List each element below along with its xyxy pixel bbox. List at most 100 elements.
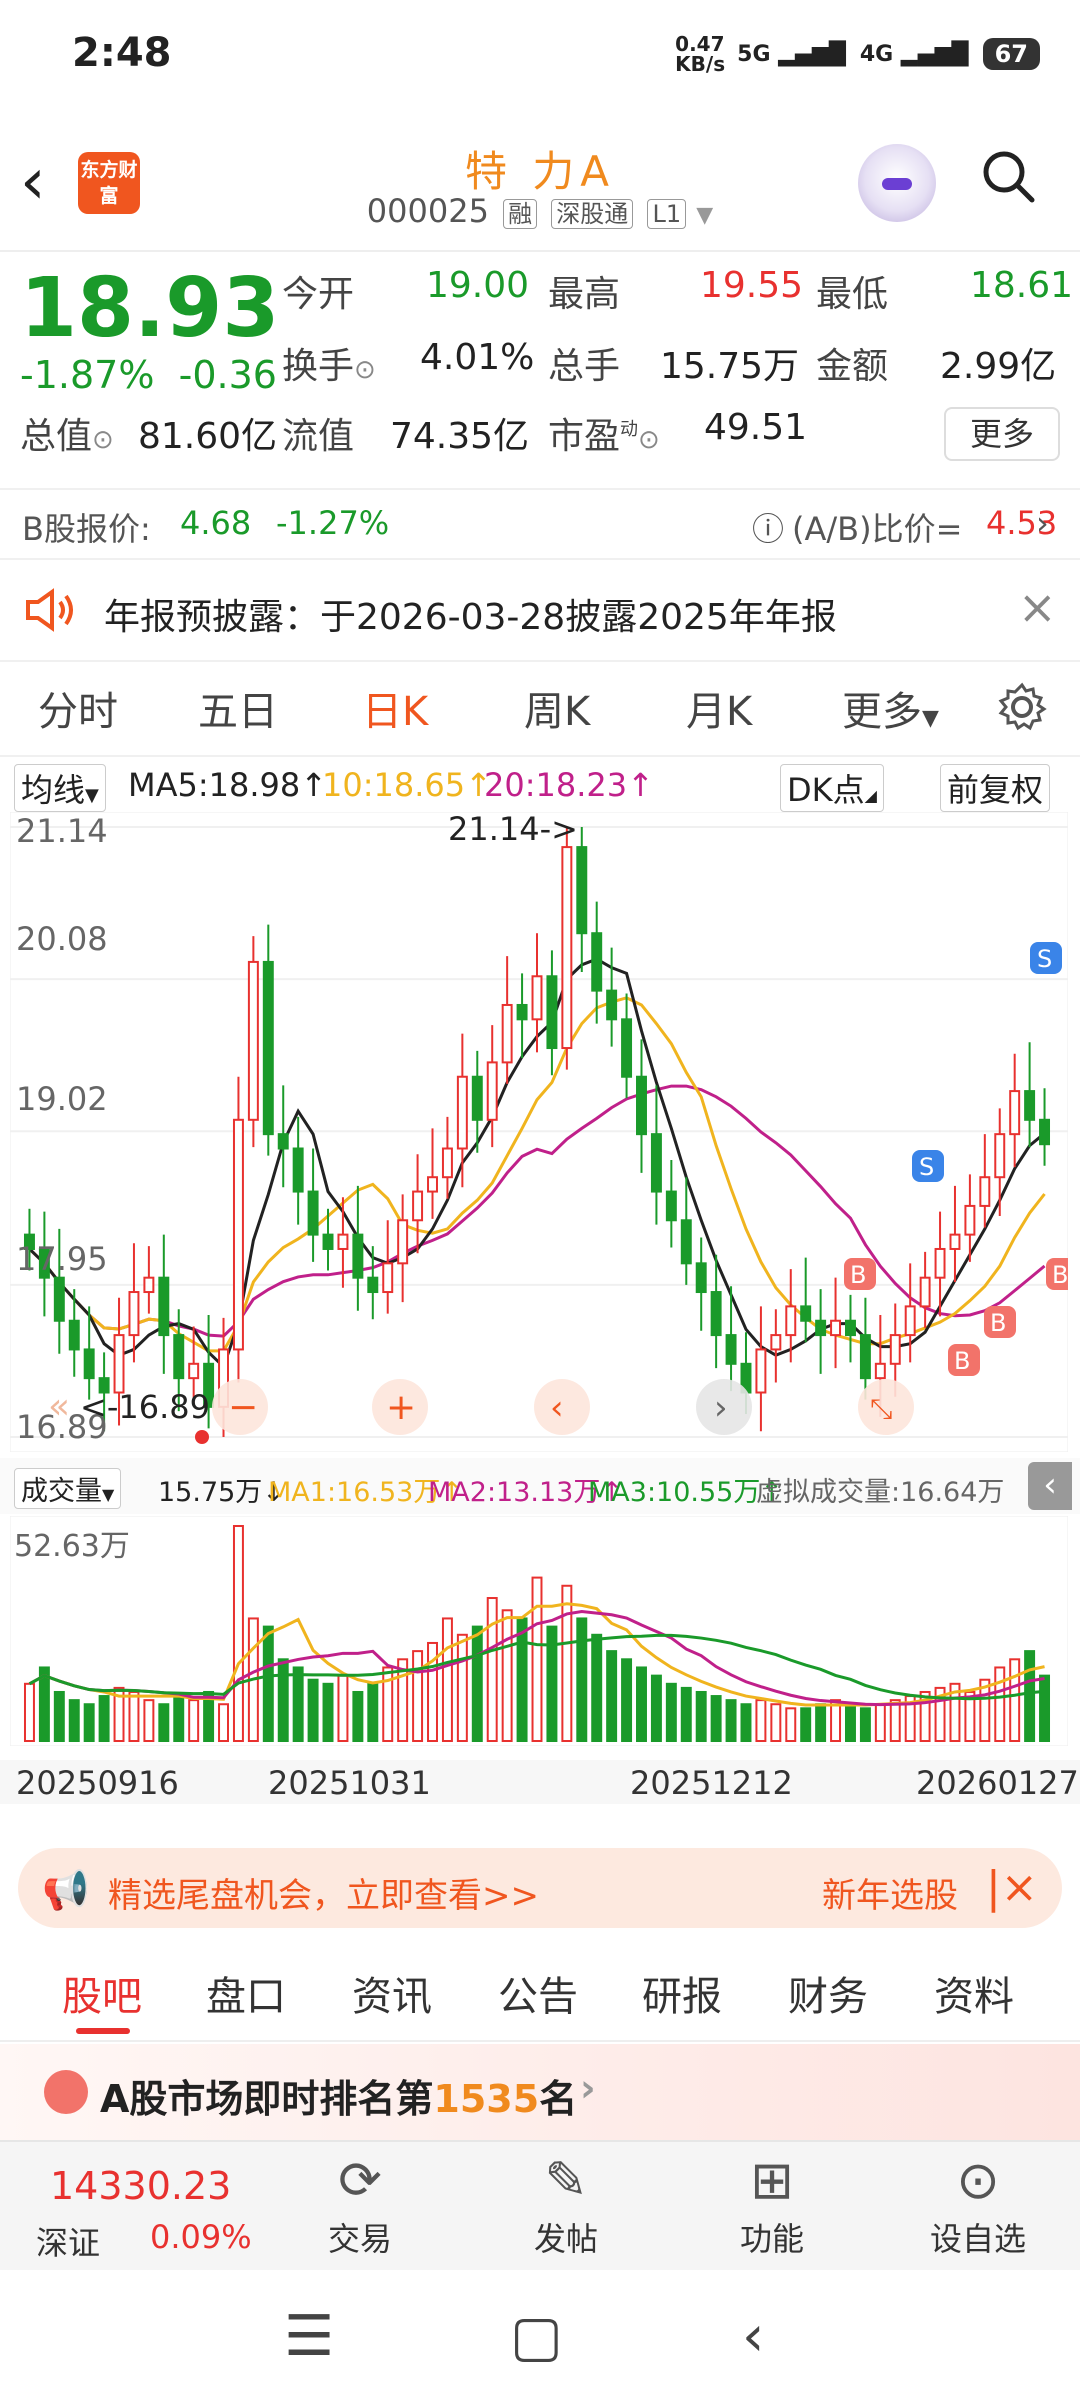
date-axis: 20250916 20251031 20251212 20260127 — [0, 1760, 1080, 1804]
tab-intraday[interactable]: 分时 — [38, 679, 118, 737]
sell-marker-icon[interactable]: S — [912, 1150, 944, 1182]
status-icons: 0.47 KB/s 5G ▂▄▆█ 4G ▂▄▆█ 67 — [675, 34, 1040, 74]
candle — [979, 1176, 991, 1207]
back-nav-icon[interactable]: ‹ — [742, 2304, 764, 2369]
scroll-left-button[interactable]: ‹ — [534, 1379, 590, 1435]
ma10-value: 10:18.65↑ — [322, 766, 492, 804]
assistant-robot-icon[interactable] — [858, 144, 936, 222]
functions-button[interactable]: ⊞ 功能 — [702, 2148, 842, 2260]
fullscreen-icon[interactable]: ⤡ — [858, 1379, 914, 1435]
search-icon[interactable] — [980, 148, 1036, 204]
tab-research[interactable]: 研报 — [642, 1964, 722, 2022]
buy-marker-icon[interactable]: B — [1046, 1258, 1068, 1290]
pe-value: 49.51 — [704, 407, 808, 448]
zoom-in-button[interactable]: + — [372, 1379, 428, 1435]
svg-text:B: B — [850, 1261, 866, 1289]
buy-marker-icon[interactable]: B — [984, 1306, 1016, 1338]
candle — [188, 1362, 200, 1380]
menu-icon[interactable]: ☰ — [284, 2304, 334, 2369]
turnover-label: 换手⊙ — [282, 346, 376, 387]
volume-bar — [277, 1658, 289, 1742]
candle — [725, 1334, 737, 1365]
volume-selector[interactable]: 成交量▼ — [14, 1468, 122, 1509]
volume-bar — [874, 1703, 886, 1743]
vol-ma3: MA3:10.55万↑ — [588, 1477, 783, 1508]
candle — [173, 1334, 185, 1380]
tab-profile[interactable]: 资料 — [934, 1964, 1014, 2022]
collapse-panel-icon[interactable]: ‹ — [1028, 1462, 1072, 1510]
volume-bar — [845, 1703, 856, 1743]
amount-label: 金额 — [816, 346, 889, 387]
tab-daily-k[interactable]: 日K — [362, 679, 428, 737]
svg-text:B: B — [1052, 1261, 1068, 1289]
tab-announcements[interactable]: 公告 — [498, 1964, 578, 2022]
svg-text:⤡: ⤡ — [870, 1392, 892, 1425]
volume-bar — [621, 1658, 633, 1742]
tab-financials[interactable]: 财务 — [788, 1964, 868, 2022]
tab-monthly-k[interactable]: 月K — [686, 679, 752, 737]
more-dots-icon: ⊙ — [956, 2151, 1000, 2211]
min-price-note: <-16.89 — [80, 1388, 210, 1426]
volume-bar — [1009, 1658, 1021, 1742]
trade-button[interactable]: ⟳ 交易 — [290, 2148, 430, 2260]
volume-bar — [218, 1703, 229, 1743]
candle — [874, 1362, 886, 1380]
tab-five-day[interactable]: 五日 — [198, 679, 278, 737]
svg-text:›: › — [714, 1388, 728, 1428]
net-speed: 0.47 KB/s — [675, 32, 726, 76]
chart-bars-icon — [44, 2070, 88, 2114]
scroll-back-icon[interactable]: « — [48, 1386, 70, 1427]
candle — [337, 1233, 349, 1250]
candle — [576, 846, 588, 935]
indicator-selector[interactable]: 均线▼ — [14, 764, 106, 812]
b-share-row[interactable]: B股报价: 4.68 -1.27% ⓘ (A/B)比价= 4.53 › — [0, 488, 1080, 560]
candle — [636, 1075, 647, 1136]
candle — [128, 1291, 140, 1337]
tab-weekly-k[interactable]: 周K — [524, 679, 590, 737]
close-icon[interactable]: × — [1018, 580, 1057, 634]
tab-news[interactable]: 资讯 — [352, 1964, 432, 2022]
buy-marker-icon[interactable]: B — [844, 1258, 876, 1290]
mktcap-label: 总值⊙ — [20, 416, 114, 457]
buy-marker-icon[interactable]: B — [948, 1344, 980, 1376]
kline-chart[interactable]: 21.14 20.08 19.02 17.95 16.89 21.14-> <-… — [10, 812, 1068, 1452]
last-price: 18.93 — [20, 261, 280, 356]
svg-text:B: B — [954, 1347, 970, 1375]
svg-text:‹: ‹ — [550, 1388, 564, 1428]
index-value[interactable]: 14330.23 — [50, 2164, 231, 2208]
tag-margin: 融 — [503, 199, 538, 229]
sell-marker-icon[interactable]: S — [1030, 942, 1062, 974]
home-icon[interactable]: ▢ — [510, 2304, 563, 2369]
dk-point-toggle[interactable]: DK点◢ — [780, 764, 884, 812]
promo-banner[interactable]: 📢 精选尾盘机会，立即查看>> 新年选股 |× — [18, 1848, 1062, 1928]
tab-more[interactable]: 更多▼ — [842, 679, 939, 737]
low-label: 最低 — [816, 274, 889, 315]
volume-bar — [501, 1609, 513, 1742]
more-button[interactable]: 更多 — [944, 407, 1060, 461]
volume-bar — [785, 1707, 797, 1742]
post-button[interactable]: ✎ 发帖 — [496, 2148, 636, 2260]
market-ranking-banner[interactable]: A股市场即时排名第1535名 › — [0, 2044, 1080, 2140]
close-icon[interactable]: |× — [986, 1862, 1038, 1913]
candle — [247, 960, 259, 1121]
tab-orderbook[interactable]: 盘口 — [206, 1964, 286, 2022]
add-watchlist-button[interactable]: ⊙ 设自选 — [908, 2148, 1048, 2260]
adjust-selector[interactable]: 前复权 — [940, 764, 1051, 812]
notice-bar[interactable]: 年报预披露：于2026-03-28披露2025年年报 × — [0, 560, 1080, 662]
candle — [859, 1334, 871, 1380]
turnover-value: 4.01% — [420, 337, 535, 378]
tab-forum[interactable]: 股吧 — [62, 1964, 142, 2022]
candle — [1009, 1090, 1021, 1136]
edit-icon: ✎ — [544, 2151, 588, 2211]
zoom-out-button[interactable]: − — [212, 1379, 268, 1435]
ma20-value: 20:18.23↑ — [484, 766, 654, 804]
yen-icon: ⟳ — [338, 2151, 382, 2211]
b-share-change: -1.27% — [276, 504, 390, 542]
scroll-right-button[interactable]: › — [696, 1379, 752, 1435]
tag-level: L1 — [647, 199, 687, 229]
candle — [83, 1348, 95, 1380]
help-icon[interactable]: ⓘ — [752, 504, 784, 550]
settings-gear-icon[interactable] — [996, 681, 1048, 733]
candle — [695, 1262, 707, 1294]
volume-bar — [725, 1699, 737, 1742]
